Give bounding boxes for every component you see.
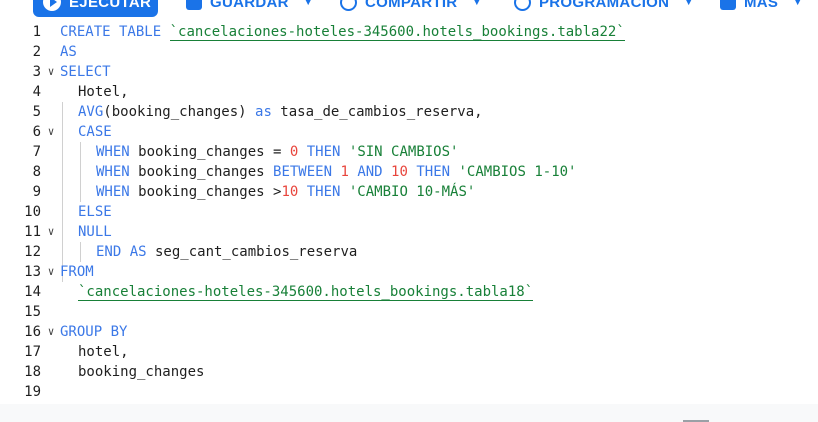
run-button[interactable]: EJECUTAR [33, 0, 158, 17]
code-text: AVG(booking_changes) as tasa_de_cambios_… [78, 104, 483, 120]
schedule-button-label: PROGRAMACIÓN [539, 0, 670, 11]
code-line: 15 [0, 302, 818, 322]
code-line: 11 ∨ NULL [0, 222, 818, 242]
line-number: 4 [32, 84, 41, 100]
code-text: CREATE TABLE `cancelaciones-hoteles-3456… [60, 24, 625, 41]
code-text: NULL [78, 224, 112, 240]
code-text: END AS seg_cant_cambios_reserva [96, 244, 358, 260]
code-text: CASE [78, 124, 112, 140]
code-text: `cancelaciones-hoteles-345600.hotels_boo… [78, 282, 534, 302]
line-number: 3 [32, 64, 41, 80]
share-button[interactable]: COMPARTIR ▼ [340, 0, 483, 17]
clock-icon [514, 0, 531, 11]
code-line: 13 ∨ FROM [0, 262, 818, 282]
code-text: AS [60, 44, 77, 60]
code-line: 16 ∨ GROUP BY [0, 322, 818, 342]
line-number: 18 [24, 364, 41, 380]
code-line: 1 CREATE TABLE `cancelaciones-hoteles-34… [0, 22, 818, 42]
code-line: 2 AS [0, 42, 818, 62]
code-line: 4 Hotel, [0, 82, 818, 102]
save-button[interactable]: GUARDAR ▼ [186, 0, 314, 17]
code-text: hotel, [78, 344, 129, 360]
code-line: 5 AVG(booking_changes) as tasa_de_cambio… [0, 102, 818, 122]
more-button[interactable]: MÁS ▼ [720, 0, 803, 17]
chevron-down-icon: ▼ [302, 0, 314, 8]
code-text: WHEN booking_changes BETWEEN 1 AND 10 TH… [96, 164, 577, 180]
settings-icon [720, 0, 736, 10]
code-line: 14 `cancelaciones-hoteles-345600.hotels_… [0, 282, 818, 302]
chevron-down-icon: ▼ [683, 0, 695, 8]
fold-chevron-icon[interactable]: ∨ [44, 62, 58, 82]
schedule-button[interactable]: PROGRAMACIÓN ▼ [514, 0, 694, 17]
code-text: GROUP BY [60, 324, 128, 340]
chevron-down-icon: ▼ [792, 0, 804, 8]
table-reference[interactable]: `cancelaciones-hoteles-345600.hotels_boo… [78, 284, 534, 301]
line-number: 2 [32, 44, 41, 60]
code-text: WHEN booking_changes >10 THEN 'CAMBIO 10… [96, 184, 476, 200]
share-button-label: COMPARTIR [365, 0, 458, 11]
fold-chevron-icon[interactable]: ∨ [44, 322, 58, 342]
line-number: 15 [24, 304, 41, 320]
sql-editor[interactable]: 1 CREATE TABLE `cancelaciones-hoteles-34… [0, 22, 818, 404]
run-button-label: EJECUTAR [69, 0, 152, 11]
table-reference[interactable]: `cancelaciones-hoteles-345600.hotels_boo… [169, 24, 625, 41]
line-number: 7 [32, 144, 41, 160]
fold-chevron-icon[interactable]: ∨ [44, 262, 58, 282]
line-number: 1 [32, 24, 41, 40]
code-line: 18 booking_changes [0, 362, 818, 382]
code-text: WHEN booking_changes = 0 THEN 'SIN CAMBI… [96, 144, 459, 160]
line-number: 13 [24, 264, 41, 280]
line-number: 17 [24, 344, 41, 360]
line-number: 10 [24, 204, 41, 220]
line-number: 6 [32, 124, 41, 140]
line-number: 11 [24, 224, 41, 240]
code-text: FROM [60, 264, 94, 280]
code-line: 9 WHEN booking_changes >10 THEN 'CAMBIO … [0, 182, 818, 202]
line-number: 16 [24, 324, 41, 340]
code-text: ELSE [78, 204, 112, 220]
play-icon [43, 0, 61, 11]
code-line: 12 END AS seg_cant_cambios_reserva [0, 242, 818, 262]
chevron-down-icon: ▼ [471, 0, 483, 8]
code-line: 10 ELSE [0, 202, 818, 222]
code-line: 3 ∨ SELECT [0, 62, 818, 82]
code-text: Hotel, [78, 84, 129, 100]
save-icon [186, 0, 202, 10]
save-button-label: GUARDAR [210, 0, 289, 11]
line-number: 9 [32, 184, 41, 200]
code-text: SELECT [60, 64, 111, 80]
person-add-icon [340, 0, 357, 11]
more-button-label: MÁS [744, 0, 779, 11]
toolbar: EJECUTAR GUARDAR ▼ COMPARTIR ▼ PROGRAMAC… [0, 0, 818, 18]
line-number: 8 [32, 164, 41, 180]
line-number: 19 [24, 384, 41, 400]
line-number: 5 [32, 104, 41, 120]
line-number: 14 [24, 284, 41, 300]
fold-chevron-icon[interactable]: ∨ [44, 122, 58, 142]
code-line: 6 ∨ CASE [0, 122, 818, 142]
code-line: 17 hotel, [0, 342, 818, 362]
code-line: 19 [0, 382, 818, 402]
code-text: booking_changes [78, 364, 205, 380]
code-line: 8 WHEN booking_changes BETWEEN 1 AND 10 … [0, 162, 818, 182]
line-number: 12 [24, 244, 41, 260]
code-line: 7 WHEN booking_changes = 0 THEN 'SIN CAM… [0, 142, 818, 162]
fold-chevron-icon[interactable]: ∨ [44, 222, 58, 242]
